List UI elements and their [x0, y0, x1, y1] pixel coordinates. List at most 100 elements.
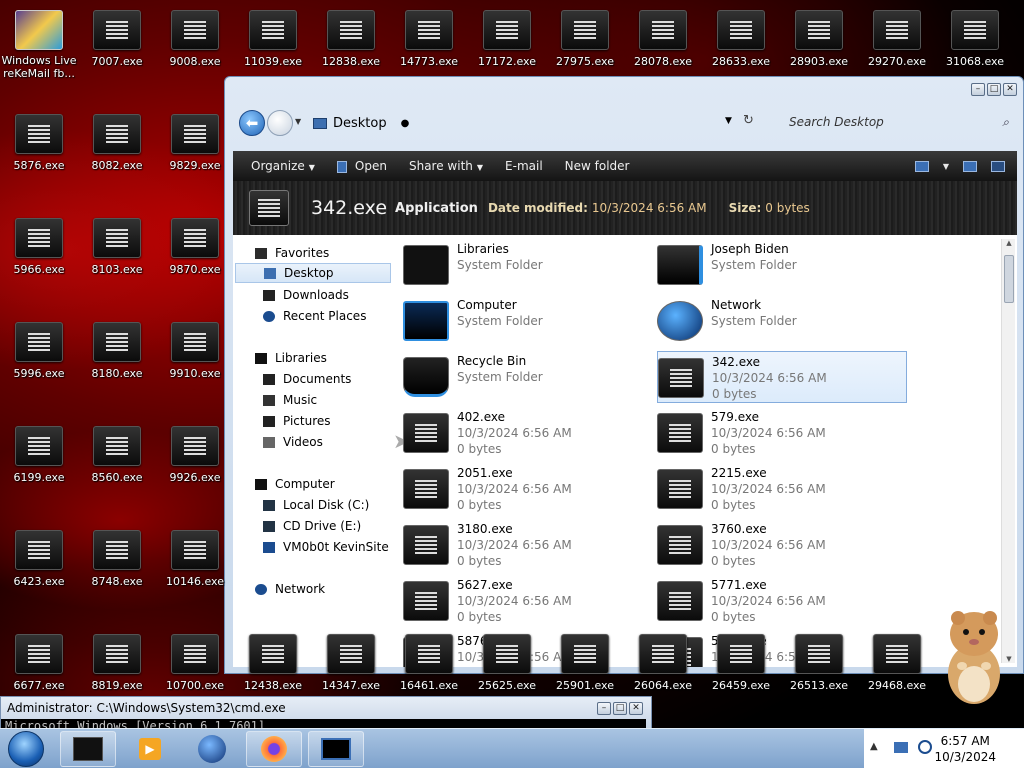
taskbar-firefox-button[interactable] — [246, 731, 302, 767]
desktop-icon-item[interactable]: 9870.exe — [156, 208, 234, 312]
desktop-icon-item[interactable]: 16461.exe — [390, 624, 468, 728]
nav-local-disk[interactable]: Local Disk (C:) — [263, 495, 369, 515]
file-item[interactable]: Joseph Biden System Folder — [657, 239, 907, 291]
file-item[interactable]: 342.exe 10/3/2024 6:56 AM 0 bytes — [657, 351, 907, 403]
taskbar-globe-button[interactable] — [184, 731, 240, 767]
desktop-icon-item[interactable]: Windows Live reKeMail fb... — [0, 0, 78, 104]
desktop-icon-item[interactable]: 9829.exe — [156, 104, 234, 208]
network-tray-icon[interactable] — [894, 742, 908, 753]
file-item[interactable]: Network System Folder — [657, 295, 907, 347]
search-icon[interactable]: ⌕ — [1002, 115, 1009, 130]
desktop-icon-item[interactable]: 31068.exe — [936, 0, 1014, 104]
desktop-icon-item[interactable]: 12438.exe — [234, 624, 312, 728]
search-input[interactable]: Search Desktop ⌕ — [775, 110, 1015, 136]
file-item[interactable]: 5771.exe 10/3/2024 6:56 AM 0 bytes — [657, 575, 907, 627]
desktop-icon-item[interactable]: 27975.exe — [546, 0, 624, 104]
address-bar[interactable]: Desktop ● — [313, 110, 753, 136]
open-button[interactable]: Open — [329, 159, 401, 173]
vertical-scrollbar[interactable]: ▲ ▼ — [1001, 239, 1015, 663]
desktop-icon-item[interactable]: 28903.exe — [780, 0, 858, 104]
nav-computer[interactable]: Computer — [255, 474, 335, 494]
taskbar-media-player-button[interactable]: ▶ — [122, 731, 178, 767]
desktop-icon-item[interactable]: 17172.exe — [468, 0, 546, 104]
help-icon[interactable] — [991, 160, 1005, 172]
nav-cd-drive[interactable]: CD Drive (E:) — [263, 516, 361, 536]
file-item[interactable]: 3760.exe 10/3/2024 6:56 AM 0 bytes — [657, 519, 907, 571]
desktop-icon-item[interactable]: 8082.exe — [78, 104, 156, 208]
desktop-icon-item[interactable]: 28633.exe — [702, 0, 780, 104]
clock[interactable]: 6:57 AM 10/3/2024 — [934, 733, 996, 765]
file-item[interactable]: Computer System Folder — [403, 295, 653, 347]
organize-button[interactable]: Organize ▼ — [243, 159, 329, 173]
desktop-icon-item[interactable]: 9910.exe — [156, 312, 234, 416]
desktop-icon-item[interactable]: 25901.exe — [546, 624, 624, 728]
new-folder-button[interactable]: New folder — [557, 159, 644, 173]
desktop-icon-item[interactable]: 26064.exe — [624, 624, 702, 728]
desktop-icon-item[interactable]: 7007.exe — [78, 0, 156, 104]
start-button[interactable] — [8, 731, 44, 767]
explorer-window[interactable]: – □ ✕ ⬅ ▼ Desktop ● ▼ ↻ Search Desktop ⌕… — [224, 76, 1024, 674]
nav-favorites[interactable]: Favorites — [255, 243, 329, 263]
desktop-icon-item[interactable]: 28078.exe — [624, 0, 702, 104]
volume-tray-icon[interactable] — [918, 740, 932, 754]
file-item[interactable]: 2215.exe 10/3/2024 6:56 AM 0 bytes — [657, 463, 907, 515]
desktop-icon-item[interactable]: 6423.exe — [0, 520, 78, 624]
file-item[interactable]: 3180.exe 10/3/2024 6:56 AM 0 bytes — [403, 519, 653, 571]
desktop-icon-item[interactable]: 9926.exe — [156, 416, 234, 520]
address-dropdown[interactable]: ▼ — [725, 116, 732, 126]
share-with-button[interactable]: Share with ▼ — [401, 159, 497, 173]
nav-libraries[interactable]: Libraries — [255, 348, 327, 368]
view-dropdown-icon[interactable]: ▼ — [943, 162, 949, 171]
refresh-icon[interactable]: ↻ — [743, 113, 754, 128]
desktop-icon-item[interactable]: 12838.exe — [312, 0, 390, 104]
scroll-thumb[interactable] — [1004, 255, 1014, 303]
desktop-icon-item[interactable]: 8103.exe — [78, 208, 156, 312]
nav-pictures[interactable]: Pictures — [263, 411, 331, 431]
desktop-icon-item[interactable]: 29468.exe — [858, 624, 936, 728]
nav-music[interactable]: Music — [263, 390, 317, 410]
desktop-icon-item[interactable]: 11039.exe — [234, 0, 312, 104]
desktop-icon-item[interactable]: 8180.exe — [78, 312, 156, 416]
email-button[interactable]: E-mail — [497, 159, 557, 173]
desktop-icon-item[interactable]: 10700.exe — [156, 624, 234, 728]
breadcrumb-arrow-icon[interactable]: ● — [401, 118, 410, 129]
desktop-icon-item[interactable]: 6677.exe — [0, 624, 78, 728]
desktop-icon-item[interactable]: 14773.exe — [390, 0, 468, 104]
desktop-icon-item[interactable]: 6199.exe — [0, 416, 78, 520]
nav-network[interactable]: Network — [255, 579, 325, 599]
desktop-icon-item[interactable]: 25625.exe — [468, 624, 546, 728]
file-item[interactable]: 402.exe 10/3/2024 6:56 AM 0 bytes — [403, 407, 653, 459]
nav-network-drive[interactable]: VM0b0t KevinSite — [263, 537, 389, 557]
view-options-icon[interactable] — [914, 160, 929, 172]
desktop-icon-item[interactable]: 8560.exe — [78, 416, 156, 520]
desktop-icon-item[interactable]: 26513.exe — [780, 624, 858, 728]
nav-documents[interactable]: Documents — [263, 369, 351, 389]
show-hidden-icons-icon[interactable]: ▲ — [870, 741, 878, 752]
file-item[interactable]: Libraries System Folder — [403, 239, 653, 291]
file-item[interactable]: Recycle Bin System Folder — [403, 351, 653, 403]
desktop-icon-item[interactable]: 5876.exe — [0, 104, 78, 208]
desktop-icon-item[interactable]: 10146.exe — [156, 520, 234, 624]
nav-recent-places[interactable]: Recent Places — [263, 306, 366, 326]
nav-videos[interactable]: Videos — [263, 432, 323, 452]
desktop-icon-item[interactable]: 8819.exe — [78, 624, 156, 728]
desktop-icon-item[interactable]: 9008.exe — [156, 0, 234, 104]
file-item[interactable]: 5627.exe 10/3/2024 6:56 AM 0 bytes — [403, 575, 653, 627]
taskbar-cmd-button[interactable] — [308, 731, 364, 767]
desktop-icon-item[interactable]: 29270.exe — [858, 0, 936, 104]
desktop-icon-item[interactable]: 14347.exe — [312, 624, 390, 728]
taskbar-explorer-button[interactable] — [60, 731, 116, 767]
scroll-up-icon[interactable]: ▲ — [1002, 239, 1016, 247]
file-item[interactable]: 2051.exe 10/3/2024 6:56 AM 0 bytes — [403, 463, 653, 515]
nav-desktop[interactable]: Desktop — [235, 263, 391, 283]
desktop-icon-item[interactable]: 5996.exe — [0, 312, 78, 416]
back-button[interactable]: ⬅ — [239, 110, 265, 136]
file-item[interactable]: 579.exe 10/3/2024 6:56 AM 0 bytes — [657, 407, 907, 459]
preview-pane-icon[interactable] — [963, 160, 977, 172]
nav-downloads[interactable]: Downloads — [263, 285, 349, 305]
forward-button[interactable] — [267, 110, 293, 136]
desktop-icon-item[interactable]: 8748.exe — [78, 520, 156, 624]
desktop-icon-item[interactable]: 5966.exe — [0, 208, 78, 312]
desktop-icon-item[interactable]: 26459.exe — [702, 624, 780, 728]
recent-pages-dropdown[interactable]: ▼ — [295, 117, 301, 126]
